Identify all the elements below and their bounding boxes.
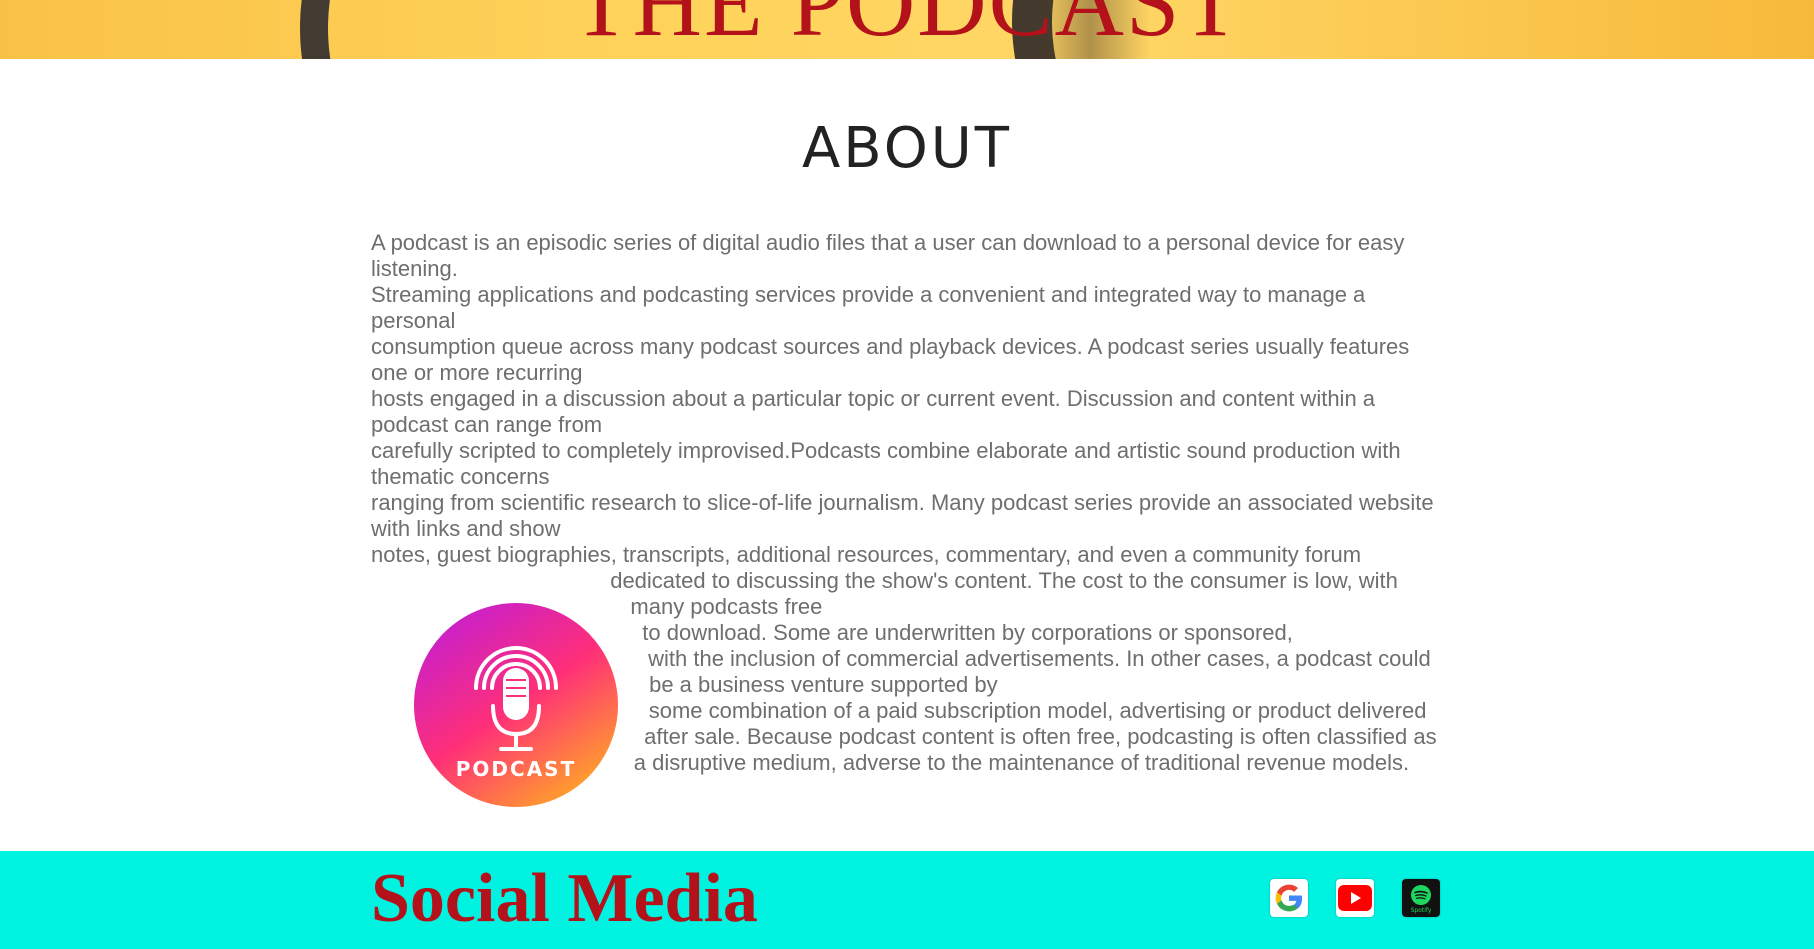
- google-icon: [1275, 884, 1303, 912]
- youtube-icon: [1338, 885, 1372, 911]
- about-body: A podcast is an episodic series of digit…: [371, 230, 1451, 808]
- google-link[interactable]: [1270, 879, 1308, 917]
- footer-title: Social Media: [371, 860, 758, 937]
- spotify-icon: Spotify: [1411, 885, 1432, 914]
- footer: Social Media Spotify: [0, 851, 1814, 949]
- youtube-link[interactable]: [1336, 879, 1374, 917]
- about-paragraph: notes, guest biographies, transcripts, a…: [371, 542, 1362, 567]
- podcast-logo-label: PODCAST: [456, 757, 576, 781]
- about-paragraph: Streaming applications and podcasting se…: [371, 282, 1366, 333]
- podcast-logo: PODCAST: [414, 603, 618, 807]
- about-paragraph: carefully scripted to completely improvi…: [371, 438, 1401, 489]
- about-paragraph: hosts engaged in a discussion about a pa…: [371, 386, 1376, 437]
- spotify-link[interactable]: Spotify: [1402, 879, 1440, 917]
- about-paragraph: A podcast is an episodic series of digit…: [371, 230, 1405, 281]
- about-paragraph: consumption queue across many podcast so…: [371, 334, 1410, 385]
- hero-title: THE PODCAST: [571, 0, 1243, 56]
- hero-banner: THE PODCAST: [0, 0, 1814, 59]
- spotify-label: Spotify: [1411, 907, 1432, 914]
- about-heading: ABOUT: [801, 116, 1012, 181]
- about-paragraph: ranging from scientific research to slic…: [371, 490, 1434, 541]
